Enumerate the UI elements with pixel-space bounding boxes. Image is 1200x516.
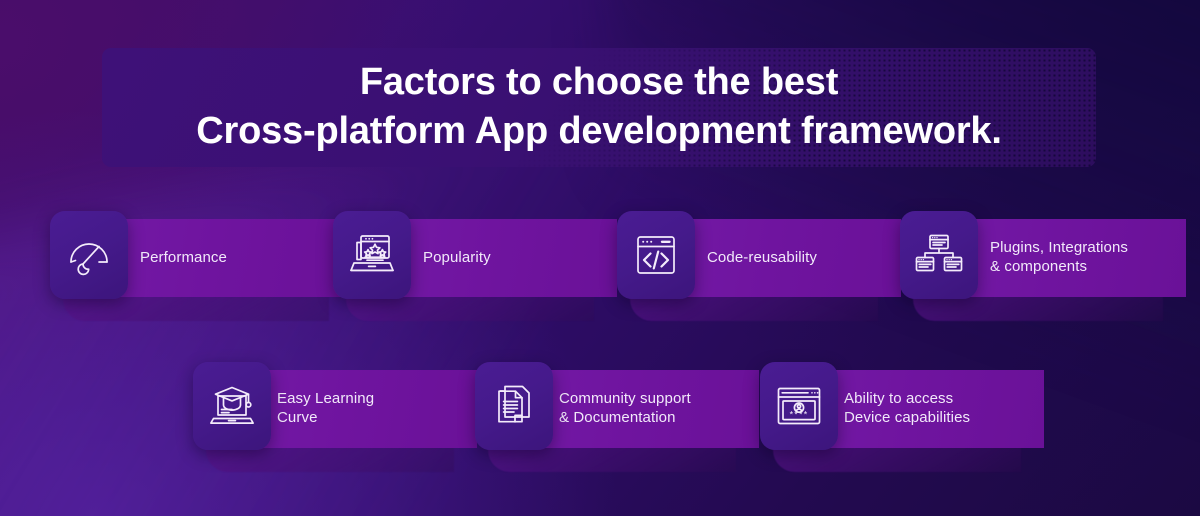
title-line-1: Factors to choose the best [359, 61, 839, 104]
card-label: Community support & Documentation [559, 390, 691, 426]
infographic-canvas: Factors to choose the best Cross-platfor… [0, 0, 1200, 516]
laptop-stars-icon [348, 232, 396, 278]
card-label: Popularity [423, 248, 491, 266]
page-title: Factors to choose the best Cross-platfor… [102, 48, 1096, 167]
sitemap-icon [915, 233, 963, 277]
title-banner: Factors to choose the best Cross-platfor… [102, 48, 1096, 167]
card-icon-tile[interactable] [50, 211, 128, 299]
svg-text:****: **** [790, 410, 809, 420]
card-icon-tile[interactable] [333, 211, 411, 299]
title-line-2: Cross-platform App development framework… [196, 110, 1002, 152]
speedometer-icon [66, 232, 112, 278]
card-icon-tile[interactable] [900, 211, 978, 299]
card-label: Code-reusability [707, 248, 817, 266]
card-label: Easy Learning Curve [277, 390, 375, 426]
card-icon-tile[interactable] [475, 362, 553, 450]
card-label: Ability to access Device capabilities [844, 390, 971, 426]
card-label: Performance [140, 248, 227, 266]
card-icon-tile[interactable]: **** [760, 362, 838, 450]
card-icon-tile[interactable] [617, 211, 695, 299]
login-window-icon: **** [775, 385, 823, 427]
code-window-icon [633, 232, 679, 278]
card-icon-tile[interactable] [193, 362, 271, 450]
graduation-laptop-icon [208, 383, 256, 429]
documents-icon [492, 383, 536, 429]
card-label: Plugins, Integrations & components [990, 239, 1129, 275]
